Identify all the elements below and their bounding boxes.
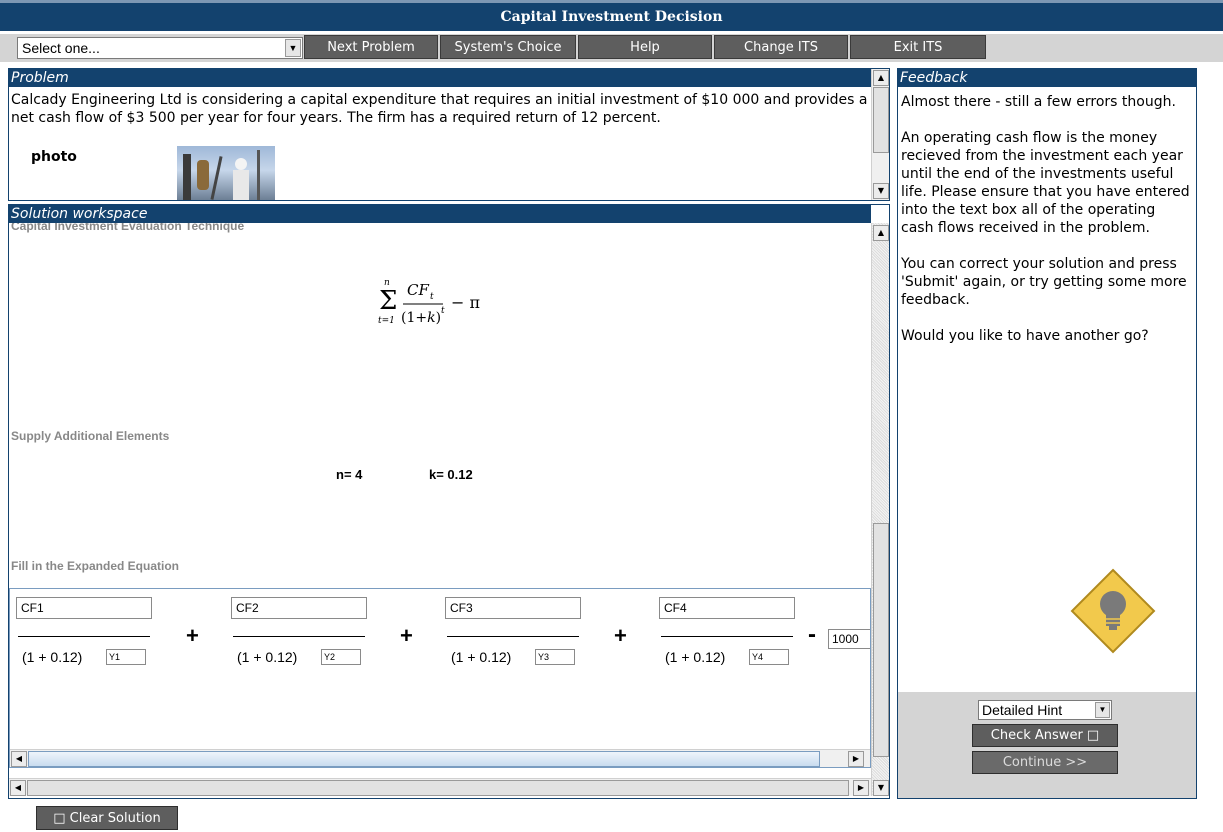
scroll-left-icon[interactable]: ◀ — [11, 751, 27, 767]
cf2-input[interactable]: CF2 — [231, 597, 367, 619]
scroll-down-icon[interactable]: ▼ — [873, 183, 889, 199]
hint-select[interactable]: Detailed Hint ▼ — [978, 700, 1112, 720]
fraction-line — [233, 636, 365, 637]
clear-solution-button[interactable]: □ Clear Solution — [36, 806, 178, 830]
feedback-controls: Detailed Hint ▼ Check Answer □ Continue … — [898, 692, 1196, 798]
supply-elements-label: Supply Additional Elements — [11, 429, 170, 443]
svg-text:(1+k): (1+k) — [401, 310, 441, 326]
expanded-equation-box: CF1 (1 + 0.12) Y1 + CF2 (1 + 0.12) Y2 + … — [9, 588, 871, 768]
scroll-thumb[interactable] — [28, 751, 820, 767]
svg-text:− π: − π — [451, 293, 480, 312]
fraction-line — [18, 636, 150, 637]
svg-text:Σ: Σ — [379, 286, 397, 316]
scroll-down-icon[interactable]: ▼ — [873, 780, 889, 796]
denominator-3: (1 + 0.12) — [451, 649, 512, 665]
check-answer-button[interactable]: Check Answer □ — [972, 724, 1118, 747]
problem-panel: Problem Calcady Engineering Ltd is consi… — [8, 68, 890, 201]
svg-text:t: t — [430, 292, 434, 302]
npv-formula: n Σ t=1 CF t (1+k) t − π — [377, 275, 517, 341]
solution-workspace-panel: Solution workspace Capital Investment Ev… — [8, 204, 890, 799]
svg-text:t: t — [441, 306, 445, 316]
continue-button[interactable]: Continue >> — [972, 751, 1118, 774]
k-value: k= 0.12 — [429, 467, 473, 482]
problem-text: Calcady Engineering Ltd is considering a… — [11, 92, 868, 126]
plus-operator: + — [614, 623, 627, 648]
workspace-hscrollbar[interactable]: ◀ ▶ — [9, 778, 871, 796]
cf3-input[interactable]: CF3 — [445, 597, 581, 619]
scroll-thumb[interactable] — [873, 523, 889, 757]
next-problem-button[interactable]: Next Problem — [304, 35, 438, 59]
scroll-up-icon[interactable]: ▲ — [873, 70, 889, 86]
fraction-line — [661, 636, 793, 637]
problem-scrollbar[interactable]: ▲ ▼ — [871, 69, 889, 200]
hint-select-value: Detailed Hint — [982, 702, 1063, 718]
svg-text:t=1: t=1 — [378, 316, 395, 326]
feedback-paragraph: Almost there - still a few errors though… — [901, 94, 1176, 110]
change-its-button[interactable]: Change ITS — [714, 35, 848, 59]
cf1-input[interactable]: CF1 — [16, 597, 152, 619]
workers-photo — [177, 146, 275, 200]
denominator-2: (1 + 0.12) — [237, 649, 298, 665]
scroll-right-icon[interactable]: ▶ — [848, 751, 864, 767]
feedback-header: Feedback — [898, 69, 1196, 87]
scroll-up-icon[interactable]: ▲ — [873, 225, 889, 241]
systems-choice-button[interactable]: System's Choice — [440, 35, 576, 59]
equation-hscrollbar[interactable]: ◀ ▶ — [10, 749, 870, 767]
scroll-thumb[interactable] — [27, 780, 849, 796]
scroll-thumb[interactable] — [873, 87, 889, 153]
svg-text:CF: CF — [407, 281, 429, 299]
chevron-down-icon[interactable]: ▼ — [285, 39, 301, 57]
y4-input[interactable]: Y4 — [749, 649, 789, 665]
workspace-header: Solution workspace — [9, 205, 871, 223]
y2-input[interactable]: Y2 — [321, 649, 361, 665]
feedback-paragraph: An operating cash flow is the money reci… — [901, 130, 1190, 236]
problem-header: Problem — [9, 69, 871, 87]
feedback-text: Almost there - still a few errors though… — [901, 93, 1191, 345]
feedback-paragraph: Would you like to have another go? — [901, 328, 1149, 344]
exit-its-button[interactable]: Exit ITS — [850, 35, 986, 59]
plus-operator: + — [186, 623, 199, 648]
denominator-1: (1 + 0.12) — [22, 649, 83, 665]
feedback-panel: Feedback Almost there - still a few erro… — [897, 68, 1197, 799]
help-button[interactable]: Help — [578, 35, 712, 59]
lightbulb-icon — [1070, 568, 1156, 654]
problem-select-value: Select one... — [22, 40, 100, 56]
investment-input[interactable]: 1000 — [828, 629, 870, 649]
minus-operator: - — [808, 621, 816, 648]
y3-input[interactable]: Y3 — [535, 649, 575, 665]
scroll-left-icon[interactable]: ◀ — [10, 780, 26, 796]
problem-select[interactable]: Select one... ▼ — [17, 37, 303, 59]
fill-equation-label: Fill in the Expanded Equation — [11, 559, 180, 573]
fraction-line — [447, 636, 579, 637]
feedback-paragraph: You can correct your solution and press … — [901, 256, 1187, 308]
chevron-down-icon[interactable]: ▼ — [1095, 702, 1110, 718]
workspace-vscrollbar[interactable]: ▲ ▼ — [871, 223, 889, 796]
scroll-right-icon[interactable]: ▶ — [853, 780, 869, 796]
plus-operator: + — [400, 623, 413, 648]
cf4-input[interactable]: CF4 — [659, 597, 795, 619]
n-value: n= 4 — [336, 467, 363, 482]
photo-label: photo — [31, 149, 77, 165]
app-title: Capital Investment Decision — [0, 0, 1223, 31]
denominator-4: (1 + 0.12) — [665, 649, 726, 665]
y1-input[interactable]: Y1 — [106, 649, 146, 665]
